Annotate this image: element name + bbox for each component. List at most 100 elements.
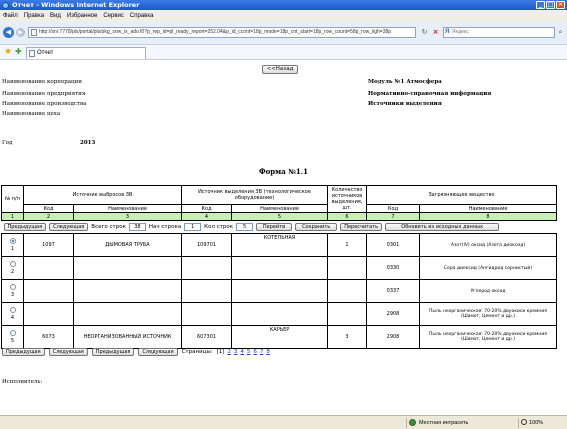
minimize-button[interactable]: _ [536,1,545,9]
refresh-icon[interactable]: ↻ [420,28,429,37]
search-icon[interactable]: ⌕ [556,28,565,37]
page-link[interactable]: 7 [260,349,264,355]
row-radio[interactable] [9,238,16,244]
table-row[interactable]: 1 1097 ДЫМОВАЯ ТРУБА 109701 КОТЕЛЬНАЯ 1 0301 Аз… [1,233,558,257]
start-row-label: Нач строка [148,224,182,230]
pages-label: Страницы: [181,349,213,355]
pager-prev-button[interactable]: Предыдущая [2,348,45,356]
next-page-button[interactable]: Следующая [49,223,89,231]
menu-bar: Файл Правка Вид Избранное Сервис Справка [0,10,567,21]
source-code-cell [23,302,74,326]
pollutant-code-cell: 2908 [366,302,421,326]
col-emission-code-header: Код [181,204,233,213]
corporation-label: Наименование корпорации [2,79,82,85]
emission-code-cell: 607301 [181,325,233,349]
prev-page-button[interactable]: Предыдущая [3,223,47,231]
search-input[interactable]: Я Яндекс [443,27,555,38]
row-radio[interactable] [9,284,16,290]
pager: Предыдущая Следующая Предыдущая Следующа… [2,348,270,356]
col-pollutant-name-header: Наименование [419,204,558,213]
page-link[interactable]: 8 [266,349,270,355]
menu-edit[interactable]: Правка [24,13,44,19]
table-body: 1 1097 ДЫМОВАЯ ТРУБА 109701 КОТЕЛЬНАЯ 1 0301 Аз… [1,233,558,349]
emission-name-cell [231,256,329,280]
table-row[interactable]: 5 6073 НЕОРГАНИЗОВАННЫЙ ИСТОЧНИК 607301 КАРЬ… [1,325,558,349]
stop-icon[interactable]: × [431,28,440,37]
reference-info-label: Нормативно-справочная информация [368,91,492,97]
pollutant-name-cell: Углерод оксид [419,279,558,303]
recalculate-button[interactable]: Пересчитать [340,223,383,231]
search-placeholder: Яндекс [452,29,469,35]
menu-favorites[interactable]: Избранное [67,13,97,19]
table-row[interactable]: 4 2908 Пыль неорганическая: 70-20% двуокис… [1,302,558,326]
year-label: Год [2,140,13,146]
pollutant-code-cell: 0330 [366,256,421,280]
forward-arrow-icon[interactable]: ▶ [16,28,25,37]
start-row-field[interactable]: 1 [184,223,202,231]
source-count-cell [327,256,368,280]
source-count-cell [327,279,368,303]
page-link[interactable]: 6 [253,349,257,355]
current-page: [1] [216,349,225,355]
page-link[interactable]: 5 [247,349,251,355]
title-bar: Отчет - Windows Internet Explorer _ □ × [0,0,567,10]
row-radio[interactable] [9,261,16,267]
menu-file[interactable]: Файл [3,13,18,19]
column-number: 4 [181,212,233,221]
pollutant-name-cell: Пыль неорганическая: 70-20% двуокиси кре… [419,302,558,326]
add-favorite-icon[interactable]: ✚ [15,47,22,57]
zoom-control[interactable]: 100% [518,418,543,428]
menu-help[interactable]: Справка [130,13,154,19]
page-link[interactable]: 3 [234,349,238,355]
source-name-cell [72,256,183,280]
page-links: [1] 2345678 [217,349,270,355]
table-row[interactable]: 3 0337 Углерод оксид [1,279,558,303]
page-link[interactable]: 2 [227,349,231,355]
row-select-cell: 1 [1,233,24,257]
close-button[interactable]: × [556,1,565,9]
source-name-cell: НЕОРГАНИЗОВАННЫЙ ИСТОЧНИК [72,325,183,349]
row-radio[interactable] [9,307,16,313]
url-input[interactable]: http://srv:7778/pls/portal/pls/pkg_sow_i… [28,27,416,38]
total-rows-field[interactable]: 38 [128,223,146,231]
source-code-cell: 1097 [23,233,74,257]
menu-view[interactable]: Вид [50,13,61,19]
intranet-globe-icon [409,419,416,426]
refresh-from-source-button[interactable]: Обновить из исходных данных [385,223,500,231]
window-controls: _ □ × [536,1,565,9]
maximize-button[interactable]: □ [546,1,555,9]
table-row[interactable]: 2 0330 Сера диоксид (Ангидрид сернистый) [1,256,558,280]
tab-report[interactable]: Отчет [26,47,146,59]
source-count-cell: 3 [327,325,368,349]
emission-code-cell [181,279,233,303]
column-number: 5 [231,212,329,221]
executor-label: Исполнитель: [2,379,43,385]
pollutant-name-cell: Азот(IV) оксид (Азота диоксид) [419,233,558,257]
column-number: 8 [419,212,558,221]
row-number: 2 [10,269,15,275]
pager-next-button[interactable]: Следующая [48,348,88,356]
sources-table: № п/п Источник выбросов ЗВ Источник выде… [1,185,558,349]
back-button[interactable]: <<Назад [262,65,298,74]
emission-code-cell [181,302,233,326]
row-number: 1 [10,246,15,252]
page-link[interactable]: 4 [240,349,244,355]
save-button[interactable]: Сохранить [295,223,338,231]
row-select-cell: 4 [1,302,24,326]
module-label: Модуль №1 Атмосфера [368,79,442,85]
row-count-field[interactable]: 5 [236,223,254,231]
source-count-cell: 1 [327,233,368,257]
emission-name-cell: КОТЕЛЬНАЯ [231,233,329,257]
row-radio[interactable] [9,330,16,336]
address-bar: ◀ ▶ http://srv:7778/pls/portal/pls/pkg_s… [0,21,567,45]
source-code-cell: 6073 [23,325,74,349]
menu-tools[interactable]: Сервис [103,13,124,19]
year-value: 2013 [80,140,96,146]
pager-prev-button-2[interactable]: Предыдущая [91,348,135,356]
pager-next-button-2[interactable]: Следующая [138,348,178,356]
row-select-cell: 5 [1,325,24,349]
go-button[interactable]: Перейти [256,223,293,231]
back-arrow-icon[interactable]: ◀ [3,27,14,38]
favorites-star-icon[interactable]: ★ [4,47,12,57]
column-number: 6 [327,212,368,221]
